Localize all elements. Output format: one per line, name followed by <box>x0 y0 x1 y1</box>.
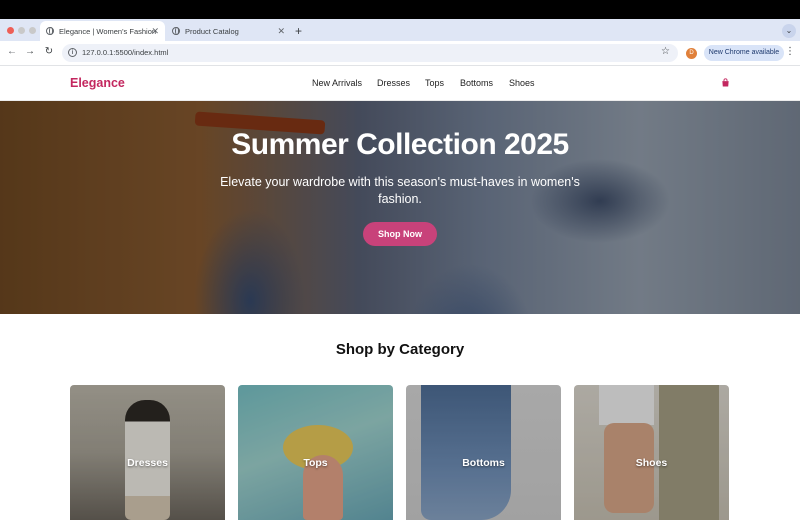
close-tab-icon[interactable]: ✕ <box>277 26 285 37</box>
category-label: Dresses <box>127 457 168 469</box>
globe-icon <box>46 27 54 35</box>
site-info-icon[interactable]: i <box>68 48 77 57</box>
section-heading: Shop by Category <box>335 341 465 358</box>
category-label: Tops <box>303 457 328 469</box>
tab-title: Product Catalog <box>185 26 239 36</box>
close-tab-icon[interactable]: ✕ <box>151 26 159 37</box>
nav-bottoms[interactable]: Bottoms <box>460 78 493 88</box>
category-label: Shoes <box>635 457 668 469</box>
tab-elegance[interactable]: Elegance | Women's Fashion ✕ <box>40 21 165 41</box>
tab-title: Elegance | Women's Fashion <box>59 26 157 36</box>
site-logo[interactable]: Elegance <box>70 76 125 90</box>
hero-banner: Summer Collection 2025 Elevate your ward… <box>0 101 800 314</box>
category-card-tops[interactable]: Tops <box>238 385 393 520</box>
tab-search-chevron-icon[interactable]: ⌄ <box>782 24 796 38</box>
reload-icon[interactable]: ↻ <box>42 46 56 57</box>
bookmark-star-icon[interactable]: ☆ <box>661 46 670 57</box>
maximize-window-icon[interactable] <box>29 27 36 34</box>
address-bar[interactable]: i 127.0.0.1:5500/index.html ☆ <box>62 44 678 62</box>
address-url[interactable]: 127.0.0.1:5500/index.html <box>82 48 168 57</box>
shopping-bag-icon[interactable] <box>721 78 730 87</box>
tab-product-catalog[interactable]: Product Catalog ✕ <box>166 21 291 41</box>
category-card-shoes[interactable]: Shoes <box>574 385 729 520</box>
category-card-dresses[interactable]: Dresses <box>70 385 225 520</box>
category-card-bottoms[interactable]: Bottoms <box>406 385 561 520</box>
chrome-update-button[interactable]: New Chrome available <box>704 45 784 61</box>
kebab-menu-icon[interactable]: ⋮ <box>785 46 795 57</box>
category-label: Bottoms <box>462 457 505 469</box>
close-window-icon[interactable] <box>7 27 14 34</box>
profile-avatar[interactable]: D <box>686 48 697 59</box>
nav-new-arrivals[interactable]: New Arrivals <box>312 78 362 88</box>
hero-title: Summer Collection 2025 <box>231 128 569 161</box>
shop-now-button[interactable]: Shop Now <box>363 222 437 246</box>
nav-shoes[interactable]: Shoes <box>509 78 535 88</box>
hero-subtitle: Elevate your wardrobe with this season's… <box>220 175 580 206</box>
new-tab-button[interactable]: + <box>295 24 302 38</box>
globe-icon <box>172 27 180 35</box>
minimize-window-icon[interactable] <box>18 27 25 34</box>
nav-dresses[interactable]: Dresses <box>377 78 410 88</box>
forward-arrow-icon[interactable]: → <box>23 46 37 57</box>
nav-tops[interactable]: Tops <box>425 78 444 88</box>
os-menu-bar <box>0 0 800 19</box>
back-arrow-icon[interactable]: ← <box>5 46 19 57</box>
